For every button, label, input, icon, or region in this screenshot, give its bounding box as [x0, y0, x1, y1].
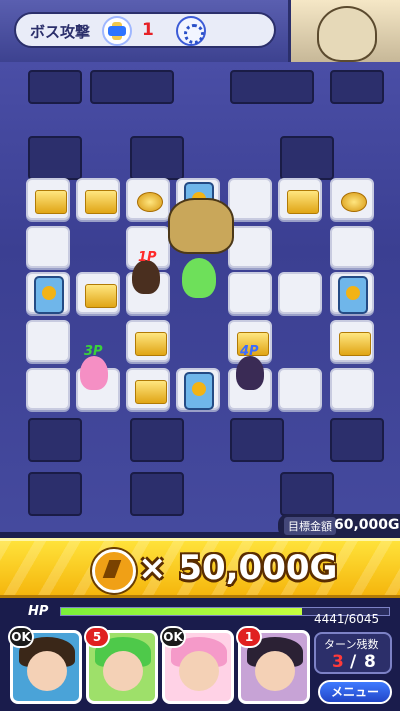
turns-separator: / — [350, 652, 357, 672]
board-tile[interactable] — [76, 272, 120, 314]
gold-coin-icon — [92, 549, 136, 593]
board-tile[interactable] — [278, 178, 322, 220]
gear-emblem-icon — [176, 16, 206, 46]
boss-piece[interactable] — [168, 198, 234, 254]
gold-bar-icon — [287, 190, 319, 214]
hp-label: HP — [28, 604, 49, 619]
boss-portrait[interactable] — [288, 0, 400, 62]
building — [330, 418, 384, 462]
board-tile[interactable] — [76, 178, 120, 220]
building — [280, 136, 334, 180]
board-tile[interactable] — [278, 272, 322, 314]
board-tile[interactable] — [26, 178, 70, 220]
building — [28, 418, 82, 462]
turns-remaining-box: ターン残数 3 / 8 — [314, 632, 392, 674]
gold-bar-icon — [135, 380, 167, 404]
player-4-tag: 4P — [240, 344, 259, 359]
target-amount-label: 目標金額 — [284, 517, 336, 535]
board-tile[interactable] — [330, 272, 374, 314]
gold-bar-icon — [85, 190, 117, 214]
hp-bar-fill — [61, 608, 302, 615]
hp-value: 4441/6045 — [314, 612, 380, 626]
board-tile[interactable] — [26, 368, 70, 410]
board-tile[interactable] — [126, 320, 170, 362]
board-tile[interactable] — [228, 178, 272, 220]
player-1-tag: 1P — [138, 250, 157, 265]
boss-attack-label: ボス攻撃 — [30, 23, 91, 41]
monster-status-badge: OK — [8, 626, 34, 648]
building — [280, 472, 334, 516]
monster-face-icon — [179, 651, 219, 691]
board-tile[interactable] — [176, 368, 220, 410]
target-amount-box: 目標金額 60,000G — [278, 514, 400, 538]
board-tile[interactable] — [228, 272, 272, 314]
building — [130, 472, 184, 516]
building — [330, 70, 384, 104]
turns-total: 8 — [364, 652, 376, 672]
cross-arrows-icon — [102, 16, 132, 46]
turns-remaining-label: ターン残数 — [324, 638, 379, 651]
monster-status-badge: 5 — [84, 626, 110, 648]
gold-coin-icon — [341, 192, 367, 212]
building — [28, 70, 82, 104]
board-tile[interactable] — [26, 320, 70, 362]
reward-amount: × 50,000G — [138, 548, 338, 588]
board-tile[interactable] — [228, 226, 272, 268]
monster-status-badge: OK — [160, 626, 186, 648]
gold-bar-icon — [35, 190, 67, 214]
building — [28, 136, 82, 180]
player-3-piece[interactable] — [80, 356, 108, 390]
monster-face-icon — [103, 651, 143, 691]
turns-remaining-current: 3 — [332, 652, 344, 672]
boss-attack-count: 1 — [142, 20, 154, 40]
board-tile[interactable] — [26, 272, 70, 314]
building — [130, 136, 184, 180]
board-tile[interactable] — [330, 320, 374, 362]
board-tile[interactable] — [278, 368, 322, 410]
board-tile[interactable] — [26, 226, 70, 268]
board-tile[interactable] — [126, 178, 170, 220]
target-amount-value: 60,000G — [334, 517, 400, 533]
game-board: 1P 3P 4P — [0, 62, 400, 532]
monster-status-badge: 1 — [236, 626, 262, 648]
building — [28, 472, 82, 516]
gold-coin-icon — [137, 192, 163, 212]
menu-button[interactable]: メニュー — [318, 680, 392, 704]
medal-card-icon — [338, 276, 368, 314]
gold-bar-icon — [339, 332, 371, 356]
board-tile[interactable] — [330, 368, 374, 410]
board-tile[interactable] — [330, 178, 374, 220]
monster-face-icon — [27, 651, 67, 691]
building — [230, 418, 284, 462]
building — [130, 418, 184, 462]
player-4-piece[interactable] — [236, 356, 264, 390]
top-bar: ボス攻撃 1 — [0, 0, 400, 62]
gold-bar-icon — [85, 284, 117, 308]
medal-card-icon — [34, 276, 64, 314]
monster-face-icon — [255, 651, 295, 691]
building — [230, 70, 314, 104]
medal-card-icon — [184, 372, 214, 410]
board-tile[interactable] — [126, 368, 170, 410]
boss-face-icon — [317, 6, 377, 62]
green-hair-piece[interactable] — [182, 258, 216, 298]
player-1-piece[interactable] — [132, 260, 160, 294]
board-tile[interactable] — [330, 226, 374, 268]
building — [90, 70, 174, 104]
player-3-tag: 3P — [84, 344, 103, 359]
gold-bar-icon — [135, 332, 167, 356]
reward-banner: × 50,000G — [0, 538, 400, 598]
boss-attack-panel: ボス攻撃 1 — [14, 12, 276, 48]
